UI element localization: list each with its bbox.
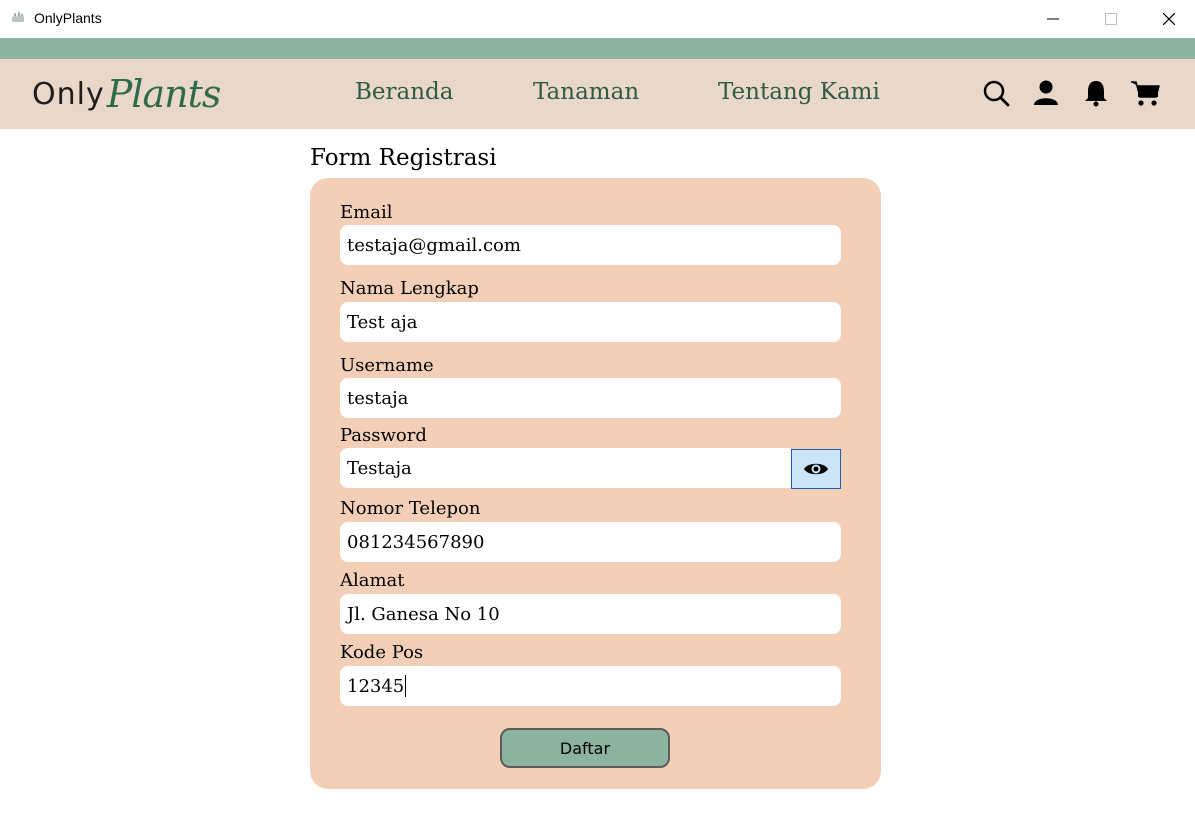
close-icon [1163,13,1175,25]
text-cursor [405,675,407,697]
nav-beranda[interactable]: Beranda [355,79,453,105]
nama-lengkap-value: Test aja [347,311,418,333]
daftar-button[interactable]: Daftar [500,728,670,768]
alamat-field[interactable]: Jl. Ganesa No 10 [340,594,841,634]
window-titlebar: OnlyPlants [0,0,1195,38]
username-field[interactable]: testaja [340,378,841,418]
bell-icon [1085,81,1107,107]
close-button[interactable] [1140,0,1195,38]
user-icon [1034,80,1058,105]
kode-pos-label: Kode Pos [340,642,424,663]
kode-pos-field[interactable]: 12345 [340,666,841,706]
app-icon [12,11,24,22]
search-button[interactable] [981,78,1011,108]
alamat-label: Alamat [340,570,405,591]
logo[interactable]: Only Plants [32,69,222,119]
password-label: Password [340,425,427,446]
cart-icon [1131,81,1160,106]
nomor-telepon-label: Nomor Telepon [340,498,481,519]
nav-tentang-kami[interactable]: Tentang Kami [718,79,880,105]
alamat-value: Jl. Ganesa No 10 [347,603,500,625]
accent-strip [0,38,1195,59]
cart-button[interactable] [1130,78,1160,108]
notifications-button[interactable] [1081,78,1111,108]
maximize-button[interactable] [1082,0,1140,38]
profile-button[interactable] [1031,78,1061,108]
password-value: Testaja [347,457,412,479]
nav-tanaman[interactable]: Tanaman [533,79,639,105]
username-label: Username [340,355,434,376]
navbar: Only Plants Beranda Tanaman Tentang Kami [0,59,1195,129]
kode-pos-value: 12345 [347,675,405,697]
nomor-telepon-value: 081234567890 [347,531,485,553]
search-icon [983,80,1010,107]
username-value: testaja [347,387,409,409]
email-value: testaja@gmail.com [347,234,521,256]
eye-icon [804,463,828,475]
logo-text-plants: Plants [106,72,222,116]
minimize-button[interactable] [1024,0,1082,38]
toggle-password-visibility-button[interactable] [791,449,841,489]
form-title: Form Registrasi [310,145,497,171]
nomor-telepon-field[interactable]: 081234567890 [340,522,841,562]
nama-lengkap-field[interactable]: Test aja [340,302,841,342]
maximize-icon [1105,13,1117,25]
registration-form: Email testaja@gmail.com Nama Lengkap Tes… [310,178,881,789]
email-field[interactable]: testaja@gmail.com [340,225,841,265]
email-label: Email [340,202,393,223]
minimize-icon [1047,18,1059,20]
window-title: OnlyPlants [34,10,102,26]
logo-text-only: Only [32,76,105,112]
password-field[interactable]: Testaja [340,448,791,488]
nama-lengkap-label: Nama Lengkap [340,278,479,299]
